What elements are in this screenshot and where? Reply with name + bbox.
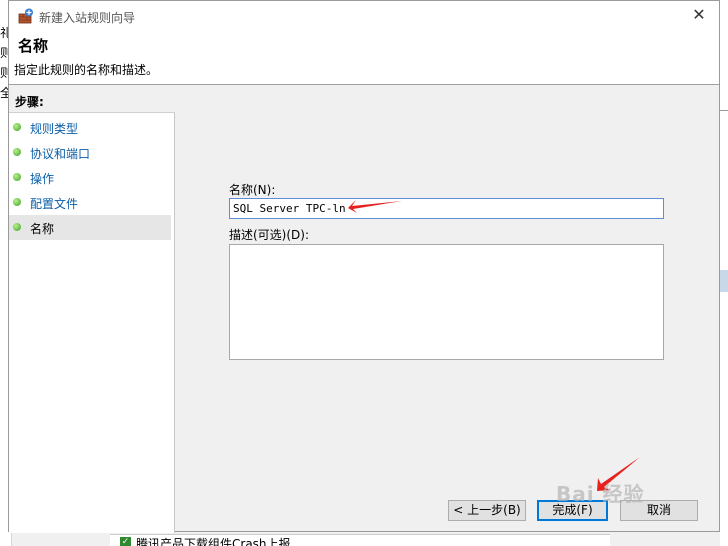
step-label: 配置文件 xyxy=(30,197,79,211)
steps-heading-label: 步骤: xyxy=(15,95,44,109)
step-rule-type[interactable]: 规则类型 xyxy=(9,115,171,140)
steps-panel: 步骤: 规则类型 协议和端口 操作 配置文件 名称 xyxy=(9,89,175,533)
description-input[interactable] xyxy=(229,244,664,360)
name-label: 名称(N): xyxy=(229,183,276,197)
firewall-rule-icon xyxy=(18,8,33,24)
description-label: 描述(可选)(D): xyxy=(229,228,310,242)
checkbox-checked-icon: ✓ xyxy=(120,537,131,546)
step-label: 协议和端口 xyxy=(30,147,91,161)
page-title: 名称 xyxy=(18,37,49,55)
step-profile[interactable]: 配置文件 xyxy=(9,190,171,215)
background-list-text: 腾讯产品下载组件Crash上报 xyxy=(136,537,291,546)
wizard-header: 名称 指定此规则的名称和描述。 xyxy=(9,31,719,85)
background-window-right xyxy=(720,0,728,546)
wizard-content: 名称(N): 描述(可选)(D): < 上一步(B) 完成(F) 取消 xyxy=(177,89,719,533)
name-input[interactable] xyxy=(229,198,664,219)
background-list-row: ✓ 腾讯产品下载组件Crash上报 xyxy=(110,534,610,546)
green-bullet-icon xyxy=(13,173,21,181)
step-label: 操作 xyxy=(30,172,55,186)
green-bullet-icon xyxy=(13,123,21,131)
new-inbound-rule-wizard: 新建入站规则向导 ✕ 名称 指定此规则的名称和描述。 步骤: 规则类型 协议和端… xyxy=(8,0,720,533)
step-label: 规则类型 xyxy=(30,122,79,136)
step-action[interactable]: 操作 xyxy=(9,165,171,190)
window-title: 新建入站规则向导 xyxy=(39,11,136,25)
steps-heading: 步骤: xyxy=(9,89,175,113)
step-name[interactable]: 名称 xyxy=(9,215,171,240)
green-bullet-icon xyxy=(13,223,21,231)
green-bullet-icon xyxy=(13,148,21,156)
background-divider xyxy=(720,110,728,111)
background-selection xyxy=(720,270,728,292)
back-button[interactable]: < 上一步(B) xyxy=(448,500,526,521)
green-bullet-icon xyxy=(13,198,21,206)
step-label: 名称 xyxy=(30,222,55,236)
step-protocol-and-ports[interactable]: 协议和端口 xyxy=(9,140,171,165)
watermark-text: Bai 经验 xyxy=(556,482,645,506)
title-bar[interactable]: 新建入站规则向导 ✕ xyxy=(9,1,719,31)
close-icon[interactable]: ✕ xyxy=(689,5,709,25)
page-subtitle: 指定此规则的名称和描述。 xyxy=(14,63,159,77)
